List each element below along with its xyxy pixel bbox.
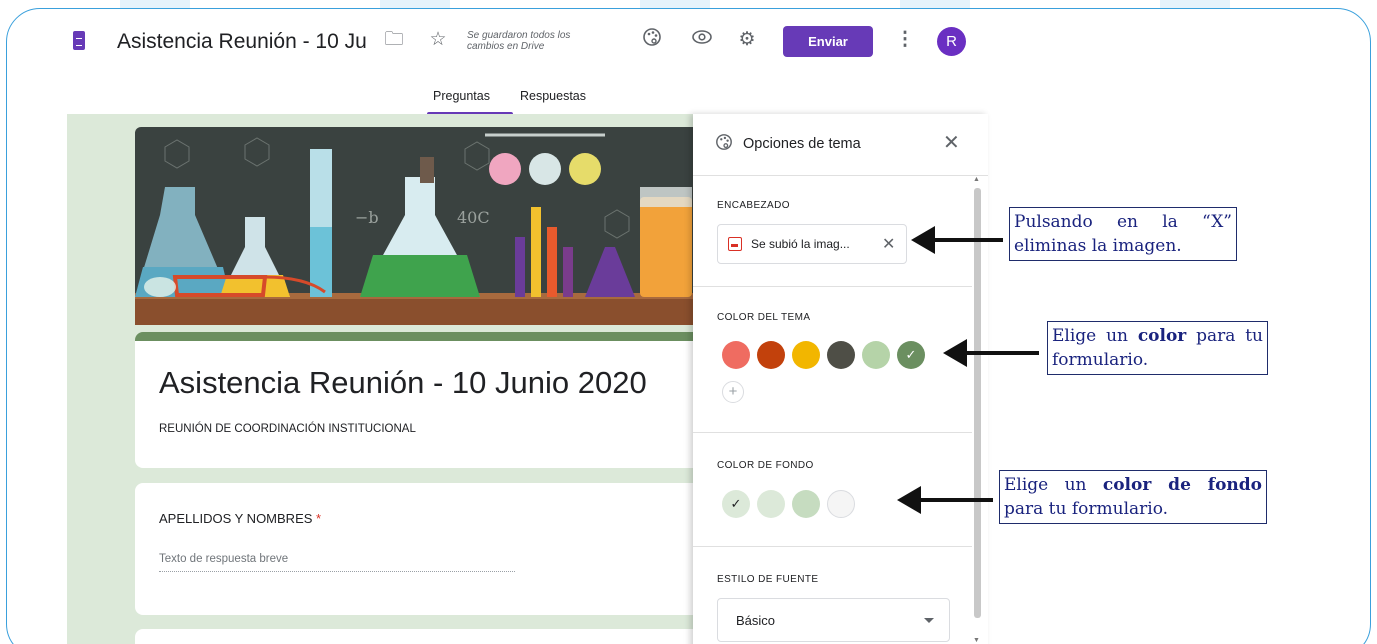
form-description[interactable]: REUNIÓN DE COORDINACIÓN INSTITUCIONAL bbox=[159, 423, 416, 435]
eye-icon[interactable] bbox=[689, 27, 715, 55]
theme-color-swatch-2[interactable] bbox=[757, 341, 785, 369]
avatar[interactable]: R bbox=[937, 27, 966, 56]
theme-color-label: COLOR DEL TEMA bbox=[717, 312, 811, 323]
short-answer-field: Texto de respuesta breve bbox=[159, 553, 515, 572]
palette-icon[interactable] bbox=[639, 27, 665, 55]
theme-color-swatch-6[interactable]: ✓ bbox=[897, 341, 925, 369]
background-color-swatch-1[interactable]: ✓ bbox=[722, 490, 750, 518]
send-button[interactable]: Enviar bbox=[783, 26, 873, 57]
header-section-label: ENCABEZADO bbox=[717, 200, 790, 211]
background-color-swatch-2[interactable] bbox=[757, 490, 785, 518]
divider bbox=[693, 286, 972, 287]
background-color-swatch-4[interactable] bbox=[827, 490, 855, 518]
document-title[interactable]: Asistencia Reunión - 10 Ju bbox=[117, 30, 367, 54]
folder-icon[interactable]: 🗀 bbox=[381, 27, 407, 53]
divider bbox=[693, 546, 972, 547]
theme-options-panel: Opciones de tema ✕ ▲ ▼ ENCABEZADO Se sub… bbox=[693, 114, 988, 644]
callout-remove-image: Pulsando en la “X” eliminas la imagen. bbox=[1009, 207, 1237, 261]
callout-background-color: Elige un color de fondo para tu formular… bbox=[999, 470, 1267, 524]
theme-color-swatch-1[interactable] bbox=[722, 341, 750, 369]
scroll-down-icon[interactable]: ▼ bbox=[973, 637, 980, 644]
font-style-select[interactable]: Básico bbox=[717, 598, 950, 642]
arrow-remove-image bbox=[911, 226, 1003, 254]
form-title[interactable]: Asistencia Reunión - 10 Junio 2020 bbox=[159, 365, 647, 401]
font-style-label: ESTILO DE FUENTE bbox=[717, 574, 819, 585]
chevron-down-icon bbox=[924, 618, 934, 623]
background-color-label: COLOR DE FONDO bbox=[717, 460, 814, 471]
remove-image-icon[interactable]: ✕ bbox=[882, 234, 895, 254]
screenshot-frame: Asistencia Reunión - 10 Ju 🗀 ☆ Se guarda… bbox=[6, 8, 1371, 644]
checkmark-icon: ✓ bbox=[730, 496, 742, 511]
form-title-card[interactable]: Asistencia Reunión - 10 Junio 2020 REUNI… bbox=[135, 332, 735, 468]
next-question-card[interactable] bbox=[135, 629, 735, 644]
forms-header: Asistencia Reunión - 10 Ju 🗀 ☆ Se guarda… bbox=[7, 9, 997, 119]
scrollbar-thumb[interactable] bbox=[974, 188, 981, 618]
question-title[interactable]: APELLIDOS Y NOMBRES * bbox=[159, 511, 321, 526]
checkmark-icon: ✓ bbox=[905, 347, 917, 362]
star-icon[interactable]: ☆ bbox=[425, 27, 451, 53]
uploaded-image-chip[interactable]: Se subió la imag... ✕ bbox=[717, 224, 907, 264]
font-style-value: Básico bbox=[736, 613, 776, 628]
save-status: Se guardaron todos los cambios en Drive bbox=[467, 30, 571, 52]
panel-title: Opciones de tema bbox=[743, 136, 861, 152]
tab-respuestas[interactable]: Respuestas bbox=[520, 89, 586, 103]
svg-text:−b: −b bbox=[355, 208, 379, 227]
arrow-theme-color bbox=[943, 339, 1039, 367]
theme-color-swatch-5[interactable] bbox=[862, 341, 890, 369]
gear-icon[interactable]: ⚙ bbox=[734, 27, 760, 53]
background-color-swatch-3[interactable] bbox=[792, 490, 820, 518]
arrow-background-color bbox=[897, 486, 993, 514]
uploaded-image-label: Se subió la imag... bbox=[751, 237, 850, 251]
more-vert-icon[interactable]: ⋮ bbox=[892, 27, 918, 53]
svg-text:40C: 40C bbox=[457, 208, 490, 227]
question-card[interactable]: APELLIDOS Y NOMBRES * Texto de respuesta… bbox=[135, 483, 735, 615]
palette-icon bbox=[715, 133, 733, 156]
image-icon bbox=[728, 237, 742, 251]
panel-header: Opciones de tema ✕ bbox=[693, 114, 988, 176]
callout-theme-color: Elige un color para tu formulario. bbox=[1047, 321, 1268, 375]
theme-color-swatch-3[interactable] bbox=[792, 341, 820, 369]
theme-color-swatch-4[interactable] bbox=[827, 341, 855, 369]
close-icon[interactable]: ✕ bbox=[943, 130, 960, 155]
add-color-button[interactable]: + bbox=[722, 381, 744, 403]
divider bbox=[693, 432, 972, 433]
scroll-up-icon[interactable]: ▲ bbox=[973, 176, 980, 183]
forms-logo-icon[interactable] bbox=[73, 31, 85, 50]
tab-preguntas[interactable]: Preguntas bbox=[433, 89, 490, 103]
header-image: −b 40C bbox=[135, 127, 697, 325]
required-mark: * bbox=[316, 511, 322, 526]
